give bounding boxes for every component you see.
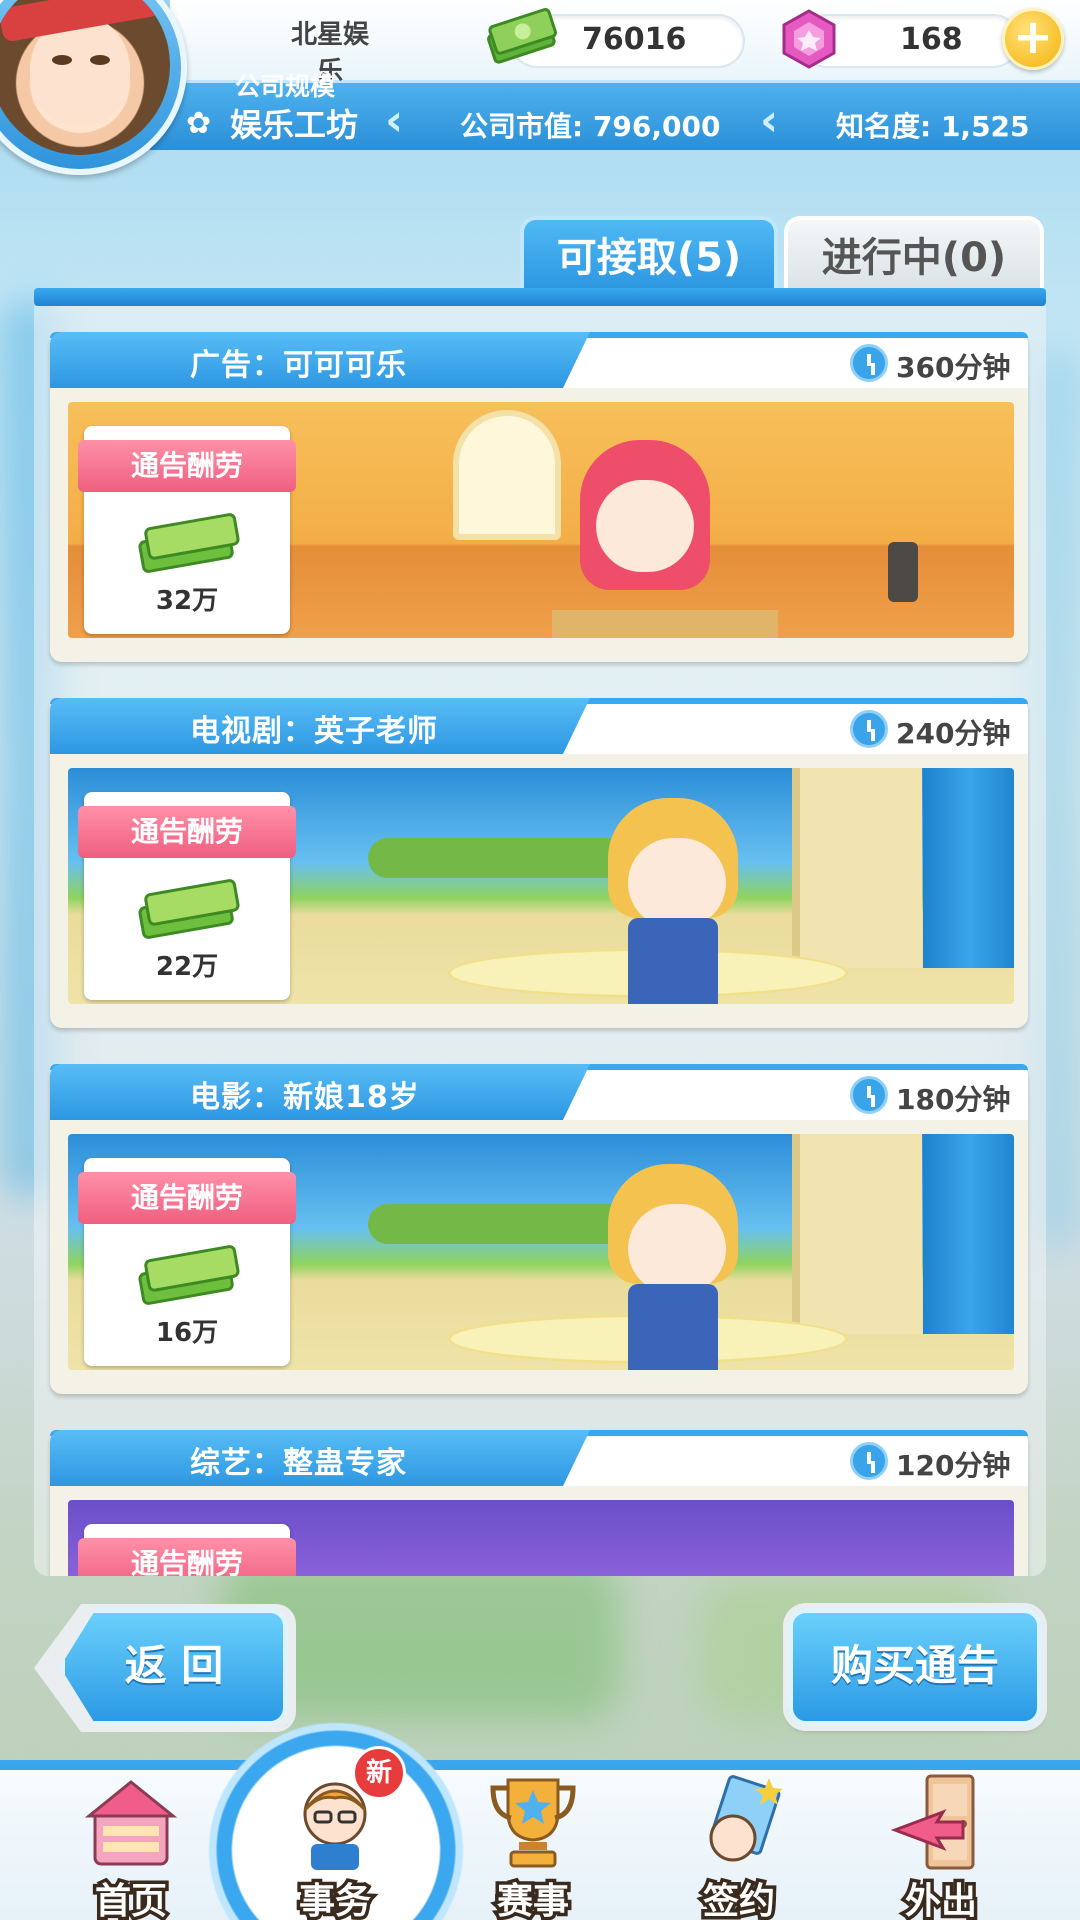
alarm-clock-icon xyxy=(850,1076,888,1114)
tab-in-progress[interactable]: 进行中(0) xyxy=(784,216,1044,294)
job-duration: 360分钟 xyxy=(896,351,1011,384)
fee-amount: 22万 xyxy=(155,952,219,982)
job-duration: 180分钟 xyxy=(896,1083,1011,1116)
buy-notice-button[interactable]: 购买通告 xyxy=(788,1608,1042,1726)
panel-top-bar xyxy=(34,288,1046,306)
fee-box: 通告酬劳 xyxy=(78,1524,296,1576)
fame-value: 知名度: 1,525 xyxy=(836,110,1030,143)
house-icon xyxy=(84,1780,178,1866)
gem-value: 168 xyxy=(900,22,963,57)
nav-label: 赛事 xyxy=(493,1878,572,1920)
fee-box: 通告酬劳 22万 xyxy=(78,792,296,1000)
cash-stack-icon xyxy=(138,879,240,939)
chevron-divider-icon: ‹ xyxy=(760,95,779,146)
fee-label: 通告酬劳 xyxy=(78,440,296,492)
door-exit-icon xyxy=(891,1774,975,1870)
trophy-icon xyxy=(490,1778,576,1868)
nav-item-home[interactable]: 首页 xyxy=(46,1772,216,1920)
fee-box: 通告酬劳 16万 xyxy=(78,1158,296,1366)
job-card[interactable]: 广告：可可可乐 360分钟 通告酬劳 32万 xyxy=(50,332,1028,662)
nav-item-contract[interactable]: 签约 xyxy=(654,1772,824,1920)
job-title: 广告：可可可乐 xyxy=(190,348,407,383)
job-title: 综艺：整蛊专家 xyxy=(190,1446,407,1481)
fee-box: 通告酬劳 32万 xyxy=(78,426,296,634)
fee-label: 通告酬劳 xyxy=(78,806,296,858)
cash-stack-icon xyxy=(138,513,240,573)
tab-available[interactable]: 可接取(5) xyxy=(520,216,778,294)
company-scale-label: 公司规模 xyxy=(235,72,336,101)
job-scene-image: 通告酬劳 xyxy=(68,1500,1014,1576)
alarm-clock-icon xyxy=(850,344,888,382)
add-gems-button[interactable]: + xyxy=(1002,8,1064,70)
fee-amount: 32万 xyxy=(155,586,219,616)
contract-icon xyxy=(709,1775,783,1862)
gear-icon: ✿ xyxy=(186,106,212,141)
fee-label: 通告酬劳 xyxy=(78,1538,296,1576)
back-button[interactable]: 返 回 xyxy=(60,1608,288,1726)
nav-label: 外出 xyxy=(901,1878,980,1920)
cash-stack-icon xyxy=(138,1245,240,1305)
cash-icon xyxy=(487,8,557,64)
nav-label: 签约 xyxy=(699,1878,778,1920)
gem-icon xyxy=(782,9,836,69)
nav-item-competition[interactable]: 赛事 xyxy=(448,1772,618,1920)
new-badge: 新 xyxy=(352,1746,406,1800)
money-value: 76016 xyxy=(582,22,687,57)
job-card[interactable]: 电视剧：英子老师 240分钟 通告酬劳 22万 xyxy=(50,698,1028,1028)
job-scene-image: 通告酬劳 32万 xyxy=(68,402,1014,638)
job-list[interactable]: 广告：可可可乐 360分钟 通告酬劳 32万 电视剧：英子老师 240分钟 通告… xyxy=(34,306,1046,1576)
alarm-clock-icon xyxy=(850,1442,888,1480)
job-card[interactable]: 综艺：整蛊专家 120分钟 通告酬劳 xyxy=(50,1430,1028,1576)
fee-label: 通告酬劳 xyxy=(78,1172,296,1224)
chevron-divider-icon: ‹ xyxy=(385,95,404,146)
job-duration: 240分钟 xyxy=(896,717,1011,750)
nav-label: 事务 xyxy=(295,1878,374,1920)
top-status-bar: 76016 168 + 北星娱乐 公司规模 ✿ 娱乐工坊 ‹ 公司市值: 796… xyxy=(0,0,1080,190)
market-value: 公司市值: 796,000 xyxy=(460,110,721,143)
nav-label: 首页 xyxy=(91,1878,170,1920)
job-title: 电视剧：英子老师 xyxy=(190,714,438,749)
job-title: 电影：新娘18岁 xyxy=(190,1080,420,1115)
fee-amount: 16万 xyxy=(155,1318,219,1348)
job-scene-image: 通告酬劳 22万 xyxy=(68,768,1014,1004)
job-duration: 120分钟 xyxy=(896,1449,1011,1482)
nav-item-go-out[interactable]: 外出 xyxy=(856,1772,1026,1920)
company-scale-value: 娱乐工坊 xyxy=(230,106,359,144)
job-scene-image: 通告酬劳 16万 xyxy=(68,1134,1014,1370)
job-card[interactable]: 电影：新娘18岁 180分钟 通告酬劳 16万 xyxy=(50,1064,1028,1394)
alarm-clock-icon xyxy=(850,710,888,748)
